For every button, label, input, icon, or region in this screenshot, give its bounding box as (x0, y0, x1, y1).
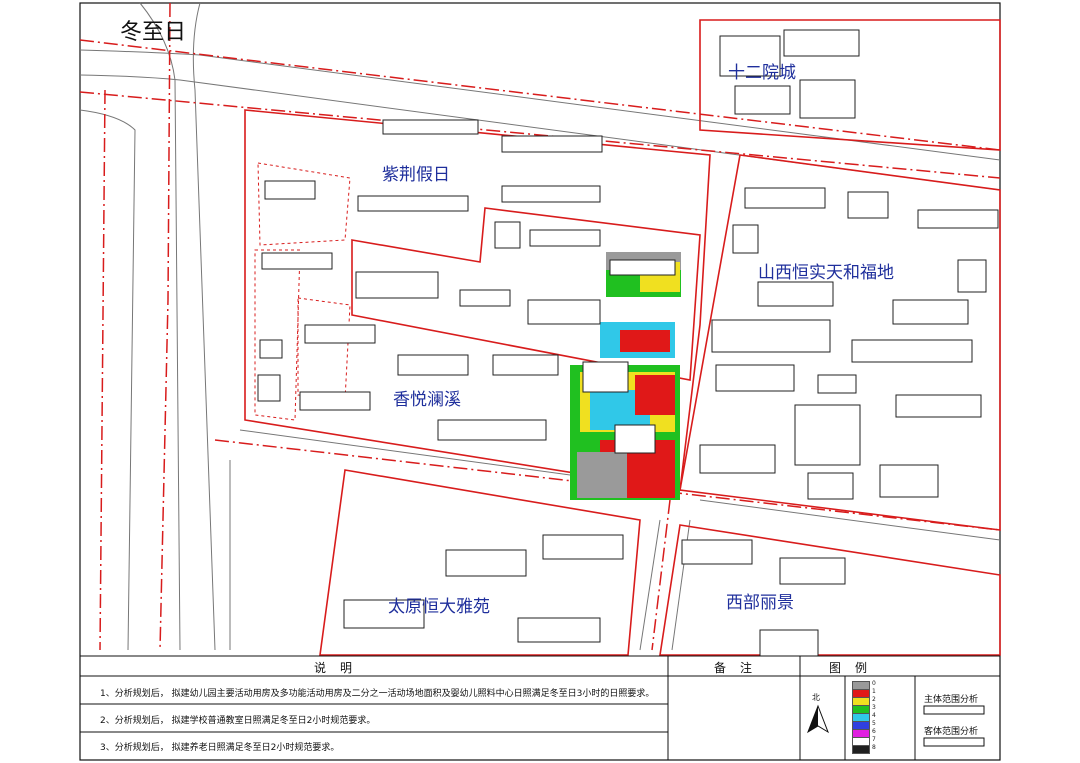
label-shierchengyuan: 十二院城 (728, 63, 796, 83)
legend-hour-5: 5 (872, 720, 876, 727)
legend-hour-4: 4 (872, 712, 876, 719)
legend-hour-3: 3 (872, 704, 876, 711)
legend-hour-6: 6 (872, 728, 876, 735)
site-plan-map (79, 2, 1001, 761)
legend-header: 图例 (828, 661, 881, 675)
label-xibulijing: 西部丽景 (726, 593, 794, 613)
legend-guest-analysis: 客体范围分析 (924, 727, 979, 737)
note-3: 3、分析规划后， 拟建养老日照满足冬至日2小时规范要求。 (100, 743, 340, 753)
note-1: 1、分析规划后， 拟建幼儿园主要活动用房及多功能活动用房及二分之一活动场地面积及… (100, 689, 655, 699)
legend-hour-7: 7 (872, 736, 876, 743)
label-zijingjiari: 紫荆假日 (382, 165, 450, 185)
legend-hour-0: 0 (872, 680, 876, 687)
label-xiangyuelanxi: 香悦澜溪 (393, 390, 461, 410)
north-arrow (807, 704, 829, 734)
note-2: 2、分析规划后， 拟建学校普通教室日照满足冬至日2小时规范要求。 (100, 716, 376, 726)
map-frame (79, 2, 1001, 761)
remark-header: 备注 (713, 661, 766, 675)
legend-hour-2: 2 (872, 696, 876, 703)
label-shanxihengshi: 山西恒实天和福地 (758, 263, 894, 283)
north-label: 北 (812, 693, 820, 702)
label-taiyuanhengda: 太原恒大雅苑 (388, 597, 490, 617)
legend-swatch-8 (852, 745, 870, 754)
explain-header: 说明 (313, 661, 366, 675)
map-title: 冬至日 (120, 20, 187, 45)
legend-hour-1: 1 (872, 688, 876, 695)
legend-hour-8: 8 (872, 744, 876, 751)
legend-main-analysis: 主体范围分析 (924, 695, 979, 705)
